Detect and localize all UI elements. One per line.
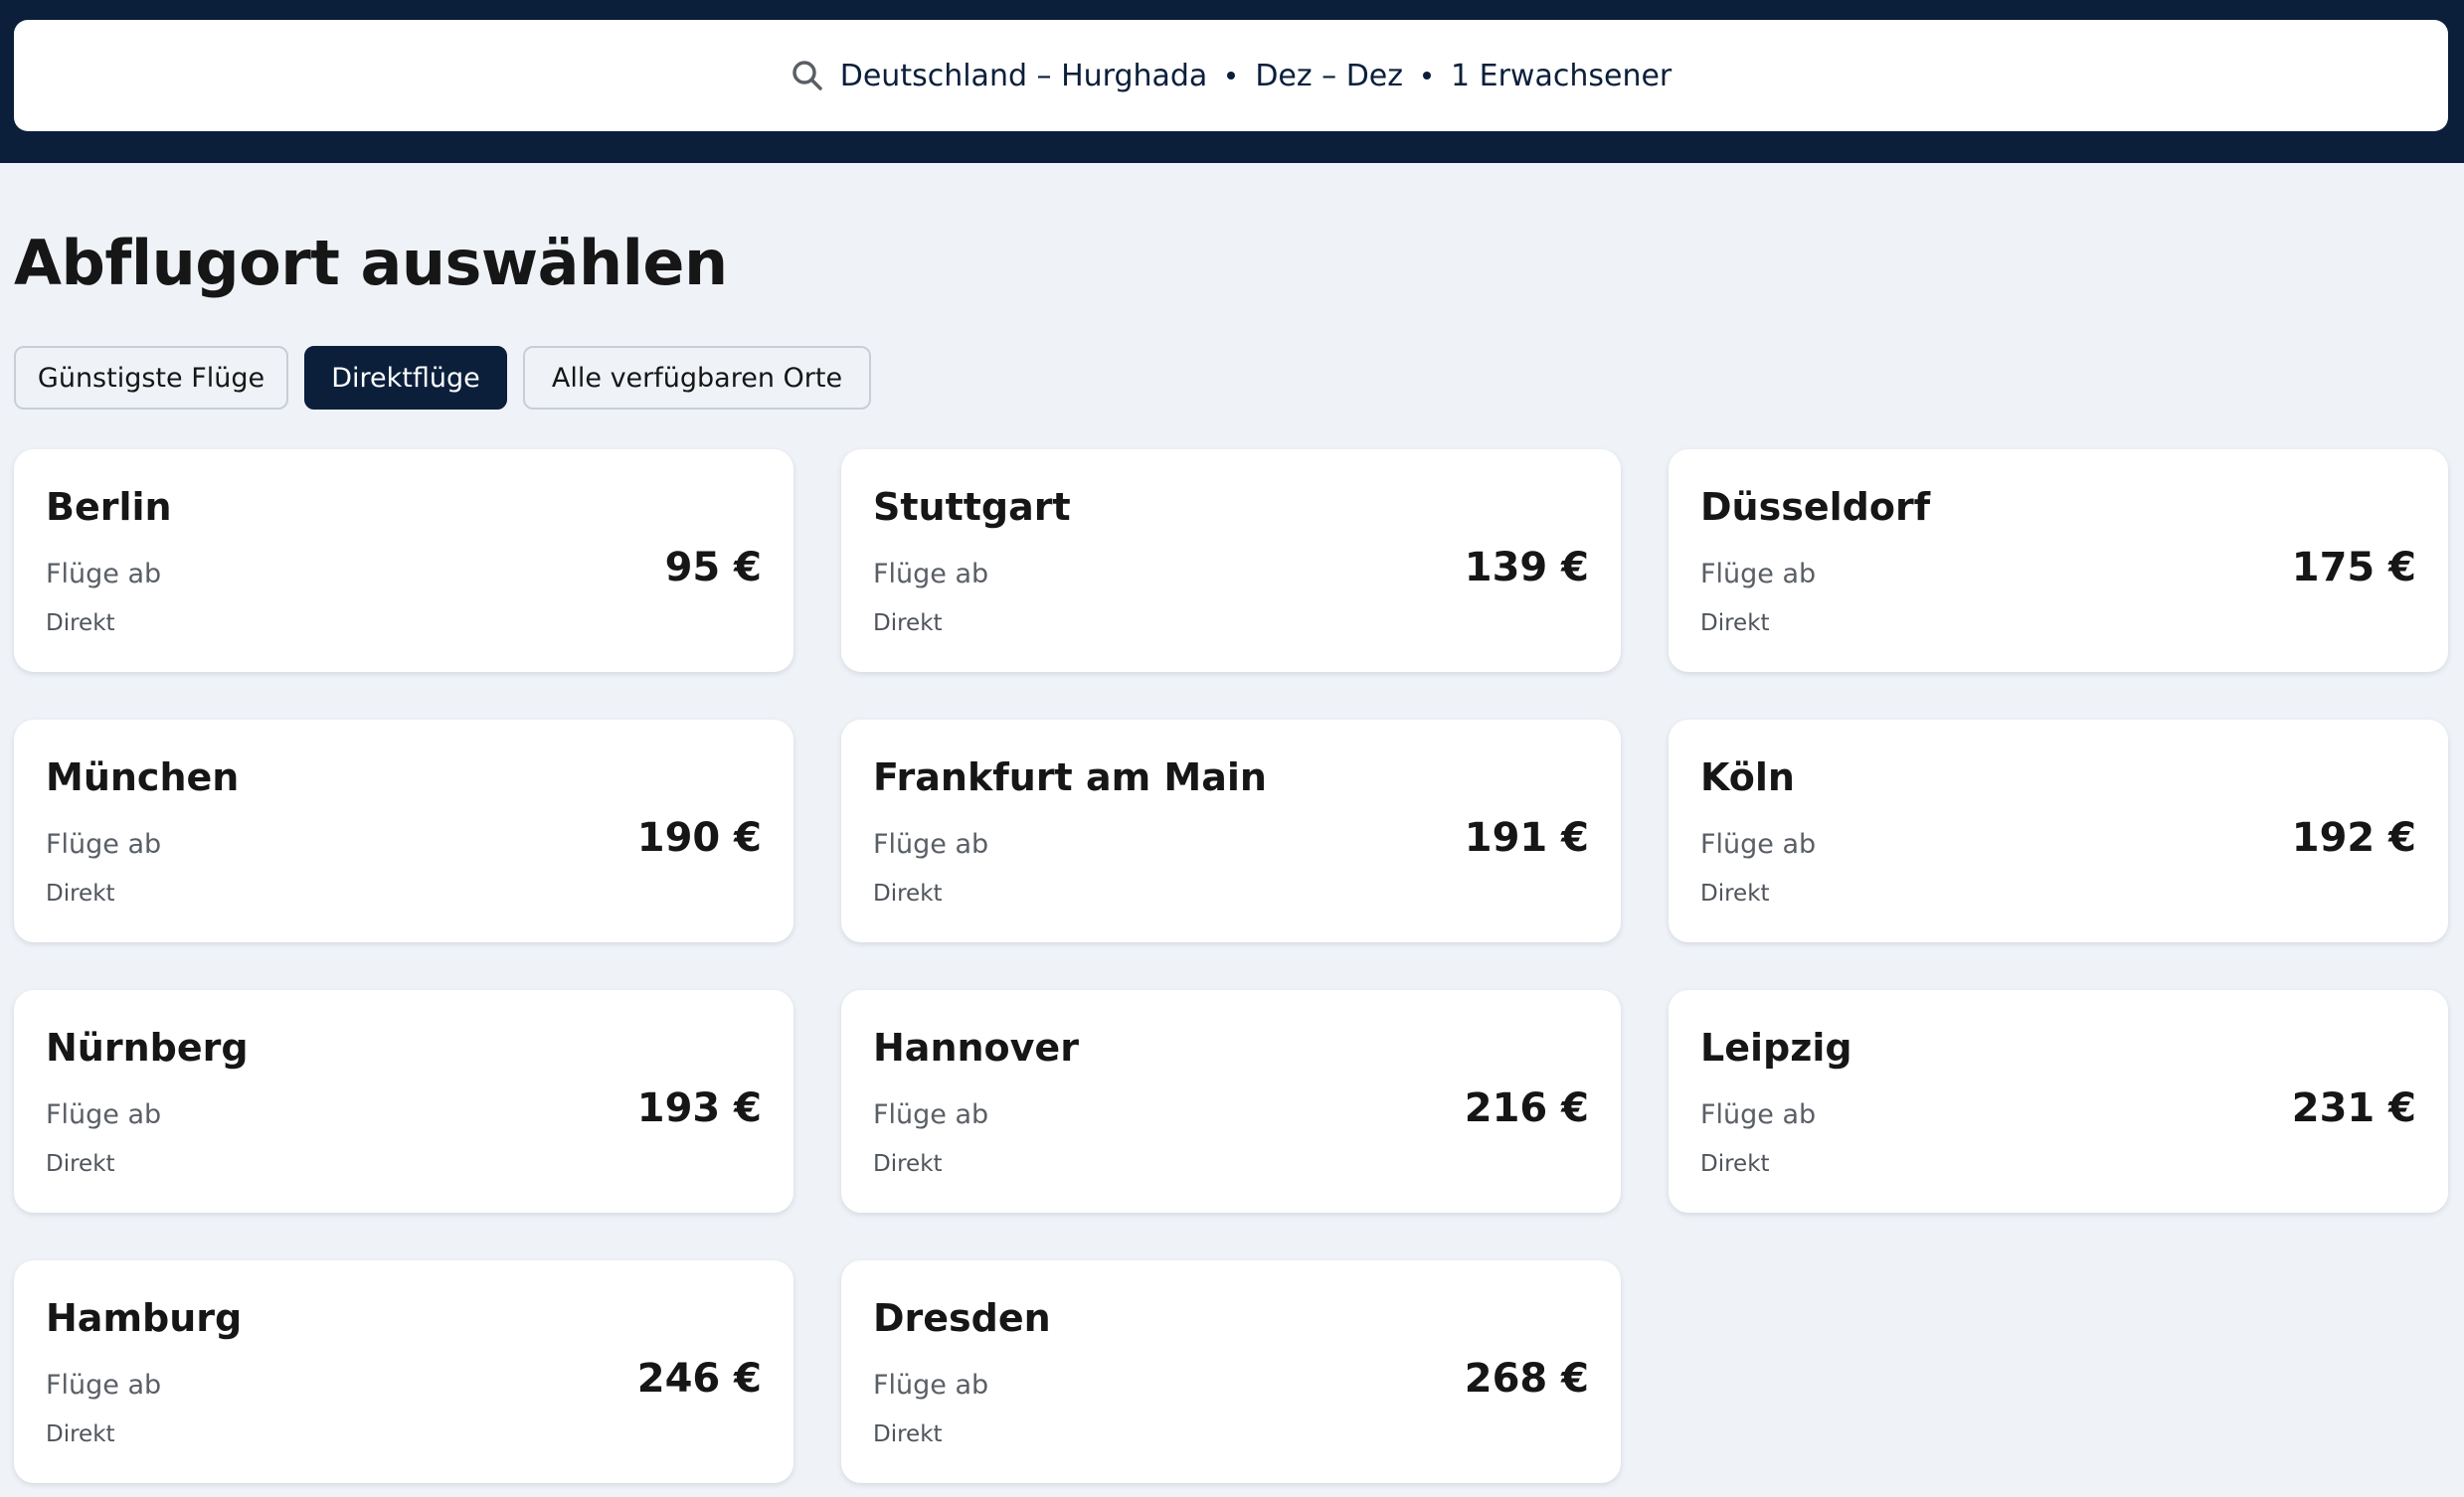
- card-price: 193 €: [636, 1085, 762, 1131]
- card-city: Dresden: [873, 1296, 1051, 1340]
- search-travellers: 1 Erwachsener: [1451, 58, 1672, 93]
- card-from-label: Flüge ab: [1700, 1099, 1817, 1130]
- card-from-label: Flüge ab: [1700, 559, 1817, 589]
- card-price: 190 €: [636, 815, 762, 861]
- departure-card-muenchen[interactable]: München Flüge ab Direkt 190 €: [14, 720, 793, 942]
- card-from-label: Flüge ab: [873, 559, 989, 589]
- card-flight-type: Direkt: [1700, 610, 1770, 636]
- departure-card-koeln[interactable]: Köln Flüge ab Direkt 192 €: [1669, 720, 2448, 942]
- card-price: 95 €: [664, 545, 762, 590]
- search-summary: Deutschland – Hurghada Dez – Dez 1 Erwac…: [791, 59, 1672, 93]
- card-price: 191 €: [1464, 815, 1589, 861]
- top-header: Deutschland – Hurghada Dez – Dez 1 Erwac…: [0, 0, 2464, 163]
- card-flight-type: Direkt: [873, 1151, 943, 1177]
- departure-card-hannover[interactable]: Hannover Flüge ab Direkt 216 €: [841, 990, 1621, 1213]
- separator-dot: [1423, 72, 1432, 80]
- card-from-label: Flüge ab: [873, 1099, 989, 1130]
- filter-direct-button[interactable]: Direktflüge: [304, 346, 507, 410]
- card-price: 192 €: [2291, 815, 2416, 861]
- card-price: 216 €: [1464, 1085, 1589, 1131]
- page-title: Abflugort auswählen: [14, 227, 728, 299]
- card-from-label: Flüge ab: [1700, 829, 1817, 860]
- card-from-label: Flüge ab: [46, 559, 162, 589]
- departure-card-stuttgart[interactable]: Stuttgart Flüge ab Direkt 139 €: [841, 449, 1621, 672]
- departure-card-dresden[interactable]: Dresden Flüge ab Direkt 268 €: [841, 1260, 1621, 1483]
- departure-card-berlin[interactable]: Berlin Flüge ab Direkt 95 €: [14, 449, 793, 672]
- card-from-label: Flüge ab: [46, 1370, 162, 1401]
- separator-dot: [1227, 72, 1236, 80]
- card-flight-type: Direkt: [873, 1421, 943, 1447]
- departure-card-frankfurt[interactable]: Frankfurt am Main Flüge ab Direkt 191 €: [841, 720, 1621, 942]
- card-price: 246 €: [636, 1356, 762, 1402]
- departure-card-duesseldorf[interactable]: Düsseldorf Flüge ab Direkt 175 €: [1669, 449, 2448, 672]
- card-flight-type: Direkt: [46, 610, 115, 636]
- card-city: Düsseldorf: [1700, 485, 1931, 529]
- card-city: Frankfurt am Main: [873, 755, 1267, 799]
- card-city: München: [46, 755, 240, 799]
- card-from-label: Flüge ab: [46, 829, 162, 860]
- card-flight-type: Direkt: [873, 610, 943, 636]
- card-city: Hamburg: [46, 1296, 243, 1340]
- departure-card-hamburg[interactable]: Hamburg Flüge ab Direkt 246 €: [14, 1260, 793, 1483]
- search-icon: [791, 59, 824, 92]
- card-price: 268 €: [1464, 1356, 1589, 1402]
- card-price: 231 €: [2291, 1085, 2416, 1131]
- card-city: Leipzig: [1700, 1026, 1852, 1070]
- card-flight-type: Direkt: [1700, 881, 1770, 907]
- search-route: Deutschland – Hurghada: [839, 58, 1208, 93]
- card-flight-type: Direkt: [46, 1151, 115, 1177]
- search-summary-bar[interactable]: Deutschland – Hurghada Dez – Dez 1 Erwac…: [14, 20, 2448, 131]
- card-from-label: Flüge ab: [873, 829, 989, 860]
- card-flight-type: Direkt: [46, 1421, 115, 1447]
- search-dates: Dez – Dez: [1255, 58, 1404, 93]
- card-flight-type: Direkt: [873, 881, 943, 907]
- departure-card-nuernberg[interactable]: Nürnberg Flüge ab Direkt 193 €: [14, 990, 793, 1213]
- card-city: Köln: [1700, 755, 1795, 799]
- filter-all-locations-button[interactable]: Alle verfügbaren Orte: [523, 346, 871, 410]
- card-city: Hannover: [873, 1026, 1079, 1070]
- card-price: 175 €: [2291, 545, 2416, 590]
- card-flight-type: Direkt: [46, 881, 115, 907]
- card-city: Berlin: [46, 485, 172, 529]
- card-from-label: Flüge ab: [46, 1099, 162, 1130]
- card-flight-type: Direkt: [1700, 1151, 1770, 1177]
- departure-card-leipzig[interactable]: Leipzig Flüge ab Direkt 231 €: [1669, 990, 2448, 1213]
- card-city: Nürnberg: [46, 1026, 249, 1070]
- card-city: Stuttgart: [873, 485, 1071, 529]
- filter-cheapest-button[interactable]: Günstigste Flüge: [14, 346, 288, 410]
- card-from-label: Flüge ab: [873, 1370, 989, 1401]
- card-price: 139 €: [1464, 545, 1589, 590]
